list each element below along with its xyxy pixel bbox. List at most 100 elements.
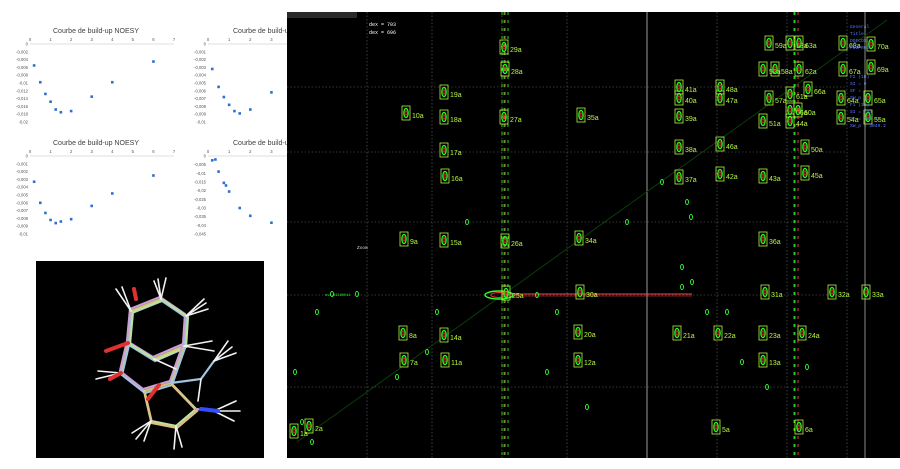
peak-label: 24a	[808, 333, 820, 340]
y-tick-label: -0,02	[18, 120, 28, 125]
index-readout-1: dex = 703	[369, 22, 397, 28]
index-readout-2: dex = 696	[369, 30, 397, 36]
x-tick-label: 4	[111, 149, 114, 154]
nitrogen-atom	[199, 407, 220, 413]
data-point	[44, 92, 47, 96]
data-point	[227, 190, 231, 193]
x-tick-label: 6	[152, 37, 155, 42]
peak-label: 7a	[410, 360, 418, 367]
y-tick-label: -0,009	[194, 112, 207, 117]
buildup-chart-1: Courbe de build-up NOESY 0 1 2 3 4 5 6 7 0 -0,002 -…	[8, 22, 184, 134]
peak-label: 8a	[409, 333, 417, 340]
y-tick-label: -0,01	[18, 81, 28, 86]
data-point	[233, 109, 236, 113]
y-tick-label: -0,007	[16, 208, 29, 213]
peak-label: 29a	[510, 47, 522, 54]
y-tick-label: -0,04	[196, 223, 206, 228]
y-tick-label: -0,006	[194, 88, 207, 93]
x-tick-label: 5	[132, 149, 135, 154]
data-point	[44, 211, 47, 215]
y-tick-label: -0,001	[194, 49, 207, 54]
peak-label: 44a	[796, 121, 808, 128]
peak-label: 32a	[838, 292, 850, 299]
acquisition-parameters-panel: General Title DQFCOS PULPROG F2 (1H) SI …	[850, 24, 898, 130]
peak-label: 21a	[683, 333, 695, 340]
peak-label: 57a	[775, 98, 787, 105]
y-tick-label: -0,004	[16, 185, 29, 190]
param-line: SI = 704	[850, 110, 873, 115]
y-tick-label: -0,002	[194, 57, 207, 62]
nmr-spectrum-plot[interactable]: 1a 2a 5a 6a 7a 8a 9a 10a 11a 12a 13a 14a 15a 16a 17a 18…	[287, 12, 900, 458]
y-tick-label: -0,001	[16, 161, 29, 166]
data-point	[32, 180, 36, 184]
y-tick-label: -0,006	[16, 65, 29, 70]
peak-label: 23a	[769, 333, 781, 340]
peak-label: 36a	[769, 239, 781, 246]
peak-label: 20a	[584, 332, 596, 339]
data-point	[32, 64, 36, 67]
peak-label: 1a	[300, 431, 308, 438]
param-line: PULPROG	[850, 46, 870, 51]
x-tick-label: 1	[228, 149, 231, 154]
nmr-2d-spectrum-window: 1a 2a 5a 6a 7a 8a 9a 10a 11a 12a 13a 14a 15a 16a 17a 18…	[287, 12, 900, 458]
x-tick-label: 5	[132, 37, 135, 42]
ring-bonds	[125, 295, 190, 363]
y-tick-label: -0,035	[194, 214, 207, 219]
y-tick-label: -0,005	[194, 81, 207, 86]
data-point	[222, 181, 226, 185]
peak-label: 5a	[722, 427, 730, 434]
data-point	[270, 91, 273, 94]
data-point	[227, 103, 231, 107]
peak-label: 66a	[814, 89, 826, 96]
y-tick-label: -0,006	[16, 200, 29, 205]
peak-label: 45a	[811, 173, 823, 180]
peak-label: 15a	[450, 240, 462, 247]
data-point	[248, 214, 252, 218]
peak-label: 10a	[412, 113, 424, 120]
y-tick-label: -0,005	[194, 162, 207, 167]
y-tick-label: -0,01	[196, 120, 206, 125]
peak-label: 50a	[811, 147, 823, 154]
data-point	[69, 217, 73, 221]
data-point	[152, 60, 155, 63]
peak-label: 34a	[585, 238, 597, 245]
y-tick-label: -0,045	[194, 232, 207, 237]
param-line: DQFCOS	[850, 39, 867, 44]
chart-title: Courbe de build-up NOESY	[53, 140, 139, 147]
data-point	[54, 221, 58, 225]
y-tick-label: -0,01	[18, 232, 28, 237]
y-tick-label: -0,004	[16, 57, 29, 62]
data-point	[59, 110, 63, 114]
x-tick-label: 6	[152, 149, 155, 154]
data-point	[214, 158, 217, 161]
y-tick-label: -0,015	[194, 180, 207, 185]
x-tick-label: 1	[228, 37, 231, 42]
x-tick-label: 2	[70, 37, 73, 42]
peak-label: 27a	[510, 117, 522, 124]
data-point	[49, 218, 52, 222]
y-tick-label: -0,02	[196, 188, 206, 193]
data-point	[210, 159, 214, 162]
x-tick-label: 1	[49, 37, 52, 42]
y-tick-label: -0,016	[16, 104, 29, 109]
peak-label: 46a	[726, 144, 738, 151]
peak-label: 30a	[586, 292, 598, 299]
x-tick-label: 0	[29, 149, 32, 154]
peak-label: 33a	[872, 292, 884, 299]
peak-label: 38a	[685, 147, 697, 154]
peak-label: 63a	[805, 43, 817, 50]
peak-label: 31a	[771, 292, 783, 299]
param-line: SW_p =	[850, 96, 867, 101]
peak-label: 9a	[410, 239, 418, 246]
y-tick-label: 0	[204, 42, 207, 47]
molecule-overlay-image	[36, 261, 264, 458]
peak-label: 62a	[805, 69, 817, 76]
param-line: SI = 0	[850, 82, 867, 87]
x-tick-label: 0	[207, 149, 210, 154]
peak-label: 19a	[450, 92, 462, 99]
peak-label: 16a	[451, 176, 463, 183]
peak-label: 2a	[315, 426, 323, 433]
x-tick-label: 0	[207, 37, 210, 42]
y-tick-label: -0,008	[16, 73, 29, 78]
peak-label: 51a	[769, 121, 781, 128]
